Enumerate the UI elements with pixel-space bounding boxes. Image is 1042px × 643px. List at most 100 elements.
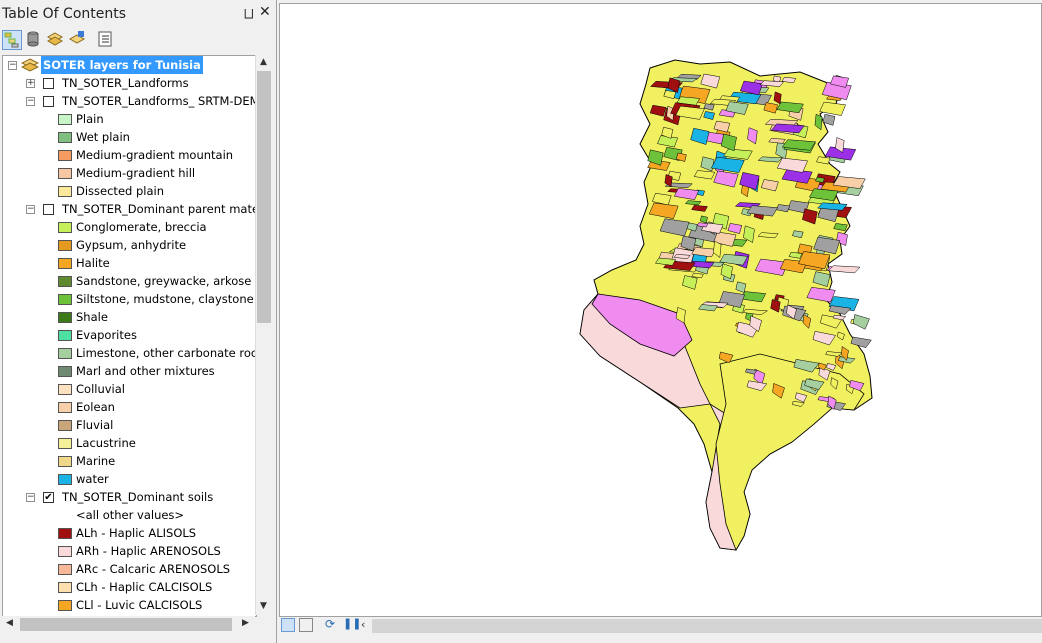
legend-class-row[interactable]: ALh - Haplic ALISOLS [3,524,256,542]
legend-swatch[interactable] [58,456,72,467]
layer-label[interactable]: TN_SOTER_Dominant parent materia [62,200,256,218]
legend-class-label: ALh - Haplic ALISOLS [76,526,197,540]
legend-class-row[interactable]: Medium-gradient hill [3,164,256,182]
legend-class-row[interactable]: Wet plain [3,128,256,146]
layer-visibility-checkbox[interactable] [43,78,54,89]
legend-class-row[interactable]: Colluvial [3,380,256,398]
legend-class-row[interactable]: Halite [3,254,256,272]
list-by-selection-icon[interactable] [68,30,88,50]
layer-label[interactable]: TN_SOTER_Dominant soils [62,488,213,506]
scroll-down-icon[interactable]: ▼ [260,601,267,611]
collapse-icon[interactable]: − [26,97,35,106]
legend-class-row[interactable]: Marl and other mixtures [3,362,256,380]
toc-horizontal-scrollbar[interactable]: ◀ ▶ [2,616,255,633]
legend-other-values-row[interactable]: <all other values> [3,506,256,524]
tunisia-map[interactable] [280,4,1041,616]
pin-icon[interactable]: ⨆ [244,6,254,21]
toc-vertical-scrollbar[interactable]: ▲ ▼ [255,55,273,615]
legend-class-row[interactable]: ARc - Calcaric ARENOSOLS [3,560,256,578]
legend-swatch[interactable] [58,564,72,575]
legend-class-label: Plain [76,112,104,126]
legend-swatch[interactable] [58,114,72,125]
legend-class-label: Marl and other mixtures [76,364,215,378]
pause-icon[interactable]: ❚❚ [343,617,361,630]
collapse-icon[interactable]: − [26,205,35,214]
legend-class-row[interactable]: Fluvial [3,416,256,434]
layer-visibility-checkbox[interactable] [43,204,54,215]
legend-swatch[interactable] [58,474,72,485]
layer-row[interactable]: − ✔ TN_SOTER_Dominant soils [3,488,256,506]
refresh-icon[interactable]: ⟳ [325,617,335,631]
legend-swatch[interactable] [58,312,72,323]
legend-class-label: Conglomerate, breccia [76,220,207,234]
legend-swatch[interactable] [58,168,72,179]
legend-swatch[interactable] [58,582,72,593]
layer-group-label[interactable]: SOTER layers for Tunisia [41,56,203,74]
legend-class-row[interactable]: CLh - Haplic CALCISOLS [3,578,256,596]
scroll-up-icon[interactable]: ▲ [260,57,267,67]
legend-class-label: Wet plain [76,130,130,144]
legend-swatch[interactable] [58,600,72,611]
layer-visibility-checkbox[interactable] [43,96,54,107]
legend-class-row[interactable]: Medium-gradient mountain [3,146,256,164]
legend-swatch[interactable] [58,384,72,395]
collapse-icon[interactable]: − [26,493,35,502]
layer-label[interactable]: TN_SOTER_Landforms [62,74,189,92]
legend-class-row[interactable]: Lacustrine [3,434,256,452]
toc-title: Table Of Contents [2,6,127,22]
layer-row[interactable]: − TN_SOTER_Dominant parent materia [3,200,256,218]
legend-swatch[interactable] [58,150,72,161]
list-by-source-icon[interactable] [24,30,44,50]
legend-class-row[interactable]: Gypsum, anhydrite [3,236,256,254]
scroll-left-icon[interactable]: ‹ [361,618,365,631]
close-icon[interactable]: ✕ [259,4,271,20]
legend-class-row[interactable]: Evaporites [3,326,256,344]
legend-class-row[interactable]: Sandstone, greywacke, arkose [3,272,256,290]
legend-swatch[interactable] [58,276,72,287]
layer-row[interactable]: − TN_SOTER_Landforms_ SRTM-DEM [3,92,256,110]
legend-swatch[interactable] [58,420,72,431]
scroll-left-icon[interactable]: ◀ [6,618,13,628]
legend-class-row[interactable]: Limestone, other carbonate rocks [3,344,256,362]
map-horizontal-scrollbar[interactable] [372,619,1042,633]
legend-class-row[interactable]: Dissected plain [3,182,256,200]
legend-class-row[interactable]: water [3,470,256,488]
legend-class-row[interactable]: Plain [3,110,256,128]
legend-swatch[interactable] [58,294,72,305]
data-view-icon[interactable] [299,618,313,632]
legend-swatch[interactable] [58,258,72,269]
list-by-drawing-order-icon[interactable] [2,30,22,50]
map-view[interactable] [279,3,1042,617]
legend-class-row[interactable]: ARh - Haplic ARENOSOLS [3,542,256,560]
layer-visibility-checkbox[interactable]: ✔ [43,492,54,503]
collapse-root-icon[interactable]: − [8,61,17,70]
legend-class-label: Lacustrine [76,436,136,450]
legend-swatch[interactable] [58,348,72,359]
legend-swatch[interactable] [58,438,72,449]
legend-swatch[interactable] [58,186,72,197]
legend-swatch[interactable] [58,402,72,413]
legend-swatch[interactable] [58,222,72,233]
legend-swatch[interactable] [58,240,72,251]
legend-class-row[interactable]: Conglomerate, breccia [3,218,256,236]
layer-label[interactable]: TN_SOTER_Landforms_ SRTM-DEM [62,92,256,110]
scroll-right-icon[interactable]: ▶ [242,618,249,628]
legend-class-row[interactable]: Shale [3,308,256,326]
legend-swatch[interactable] [58,366,72,377]
toc-vertical-scroll-thumb[interactable] [257,71,271,323]
legend-swatch[interactable] [58,546,72,557]
legend-class-label: Limestone, other carbonate rocks [76,346,257,360]
list-by-visibility-icon[interactable] [46,30,66,50]
legend-class-row[interactable]: Eolean [3,398,256,416]
legend-class-row[interactable]: Siltstone, mudstone, claystone [3,290,256,308]
legend-class-row[interactable]: CLl - Luvic CALCISOLS [3,596,256,614]
layout-view-icon[interactable] [281,618,295,632]
options-icon[interactable] [96,30,116,50]
toc-horizontal-scroll-thumb[interactable] [20,618,232,631]
legend-swatch[interactable] [58,132,72,143]
expand-icon[interactable]: + [26,79,35,88]
layer-row[interactable]: + TN_SOTER_Landforms [3,74,256,92]
legend-swatch[interactable] [58,528,72,539]
legend-class-row[interactable]: Marine [3,452,256,470]
legend-swatch[interactable] [58,330,72,341]
